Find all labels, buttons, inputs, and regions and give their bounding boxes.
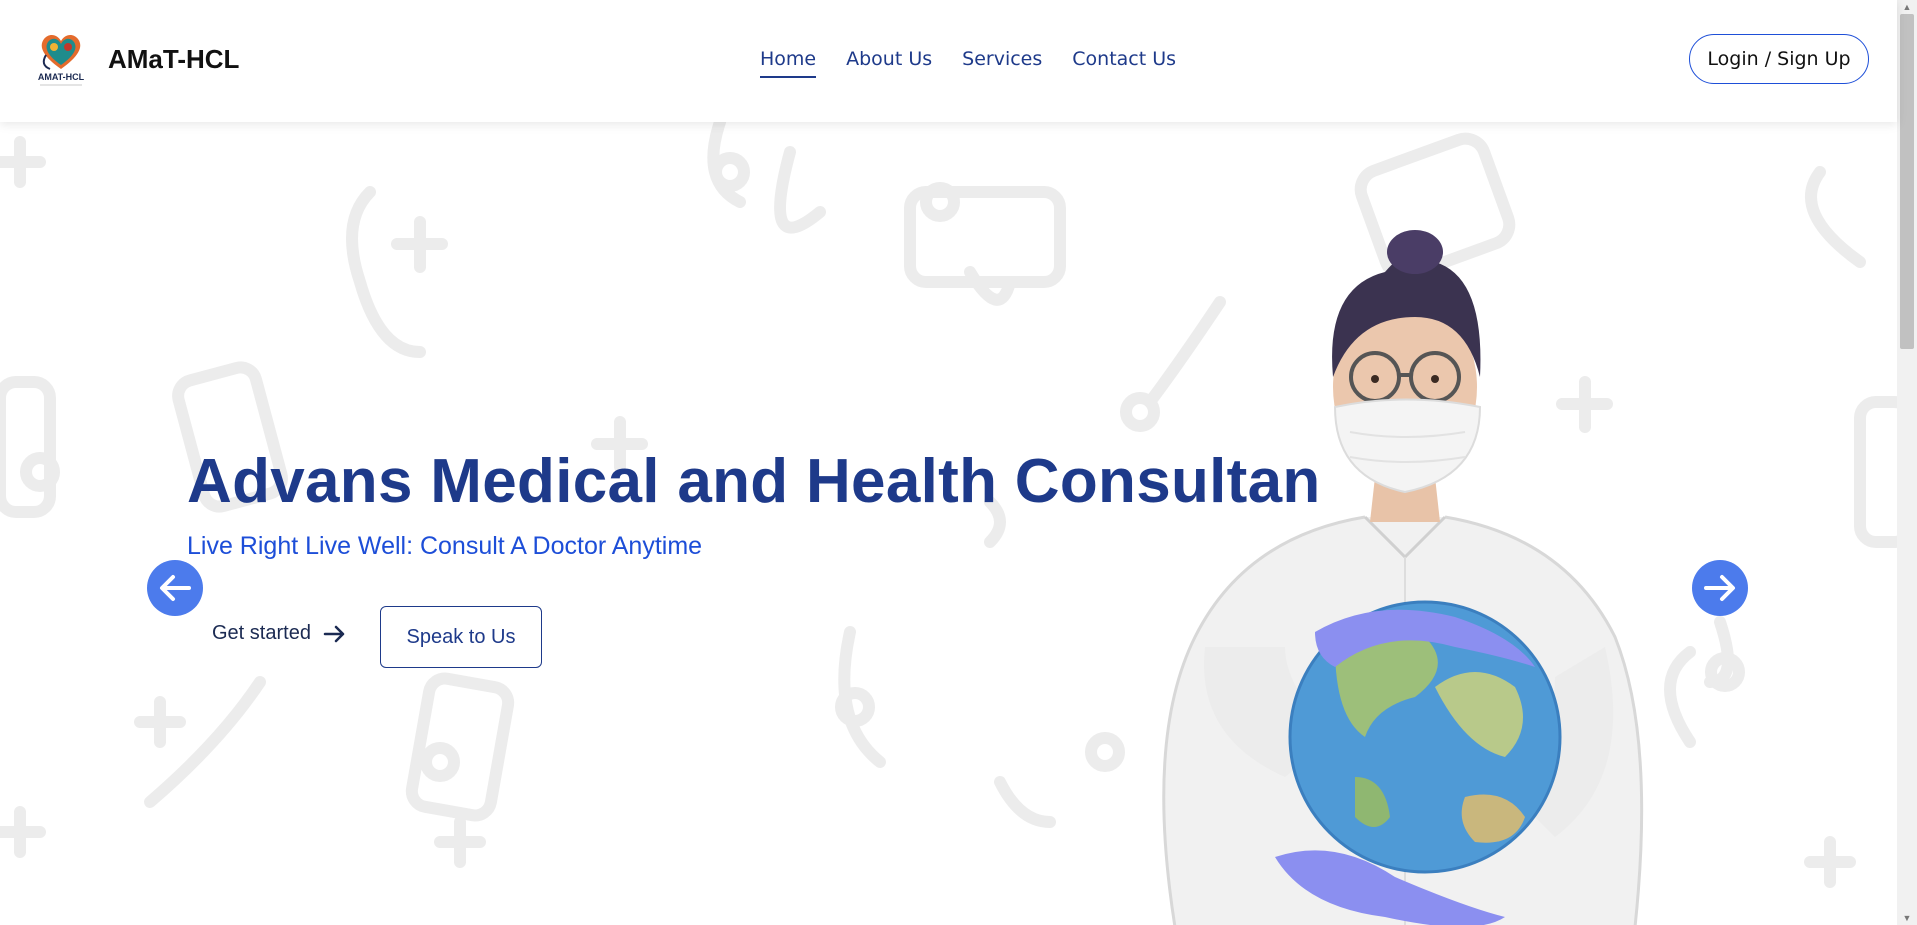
get-started-link[interactable]: Get started — [212, 622, 347, 645]
carousel-next-button[interactable] — [1692, 560, 1748, 616]
nav-services[interactable]: Services — [962, 48, 1042, 78]
speak-to-us-button[interactable]: Speak to Us — [380, 606, 542, 668]
nav-home[interactable]: Home — [760, 48, 817, 78]
nav-contact-us[interactable]: Contact Us — [1072, 48, 1176, 78]
login-signup-button[interactable]: Login / Sign Up — [1689, 34, 1869, 84]
hero-section: Advans Medical and Health Consultan Live… — [0, 122, 1897, 925]
arrow-right-icon — [323, 625, 345, 642]
scroll-down-icon[interactable]: ▼ — [1897, 911, 1917, 925]
scroll-up-icon[interactable]: ▲ — [1897, 0, 1917, 14]
arrow-left-icon — [160, 575, 191, 601]
logo-text: AMAT-HCL — [38, 72, 85, 82]
nav-about-us[interactable]: About Us — [846, 48, 932, 78]
brand-name: AMaT-HCL — [108, 44, 240, 74]
logo-icon[interactable]: AMAT-HCL — [34, 25, 88, 89]
get-started-label: Get started — [212, 622, 311, 644]
doctor-holding-globe-image — [1162, 230, 1644, 925]
hero-subtitle: Live Right Live Well: Consult A Doctor A… — [187, 532, 703, 560]
arrow-right-icon — [1704, 575, 1735, 601]
main-nav: Home About Us Services Contact Us — [760, 48, 1176, 78]
carousel-prev-button[interactable] — [147, 560, 203, 616]
hero-title: Advans Medical and Health Consultan — [187, 447, 1321, 516]
site-header: AMAT-HCL AMaT-HCL Home About Us Services… — [0, 0, 1897, 122]
scrollbar-thumb[interactable] — [1900, 14, 1914, 349]
page-scrollbar[interactable]: ▲ ▼ — [1897, 0, 1917, 925]
